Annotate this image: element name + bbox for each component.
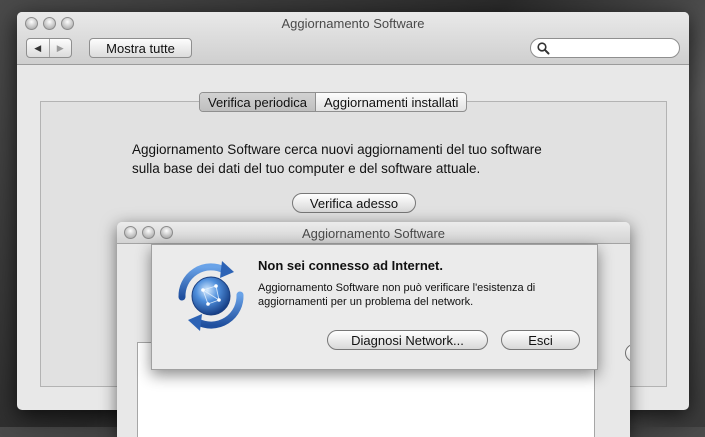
search-icon (537, 42, 550, 55)
update-window-title: Aggiornamento Software (301, 226, 446, 241)
check-now-button[interactable]: Verifica adesso (292, 193, 416, 213)
forward-button[interactable]: ▶ (48, 39, 72, 57)
back-button[interactable]: ◀ (27, 39, 49, 57)
tab-installed-updates[interactable]: Aggiornamenti installati (316, 93, 466, 111)
description-text: Aggiornamento Software cerca nuovi aggio… (132, 140, 612, 178)
alert-heading: Non sei connesso ad Internet. (258, 258, 443, 273)
tab-bar: Verifica periodica Aggiornamenti install… (199, 92, 468, 112)
show-all-button[interactable]: Mostra tutte (89, 38, 192, 58)
tab-periodic-check[interactable]: Verifica periodica (200, 93, 316, 111)
alert-message: Aggiornamento Software non può verificar… (258, 282, 536, 308)
software-update-icon (178, 261, 244, 331)
toolbar: Aggiornamento Software ◀ ▶ Mostra tutte (17, 12, 689, 65)
description-line-1: Aggiornamento Software cerca nuovi aggio… (132, 142, 542, 157)
description-line-2: sulla base dei dati del tuo computer e d… (132, 161, 481, 176)
search-field[interactable] (530, 38, 680, 58)
network-diagnostics-button[interactable]: Diagnosi Network... (327, 330, 488, 350)
quit-button[interactable]: Esci (501, 330, 580, 350)
alert-sheet: Non sei connesso ad Internet. Aggiorname… (151, 244, 598, 370)
nav-segmented-control: ◀ ▶ (26, 38, 72, 58)
help-button[interactable]: ? (625, 344, 630, 362)
window-title: Aggiornamento Software (281, 16, 425, 31)
update-window-titlebar: Aggiornamento Software (117, 222, 630, 244)
search-input[interactable] (551, 41, 675, 57)
